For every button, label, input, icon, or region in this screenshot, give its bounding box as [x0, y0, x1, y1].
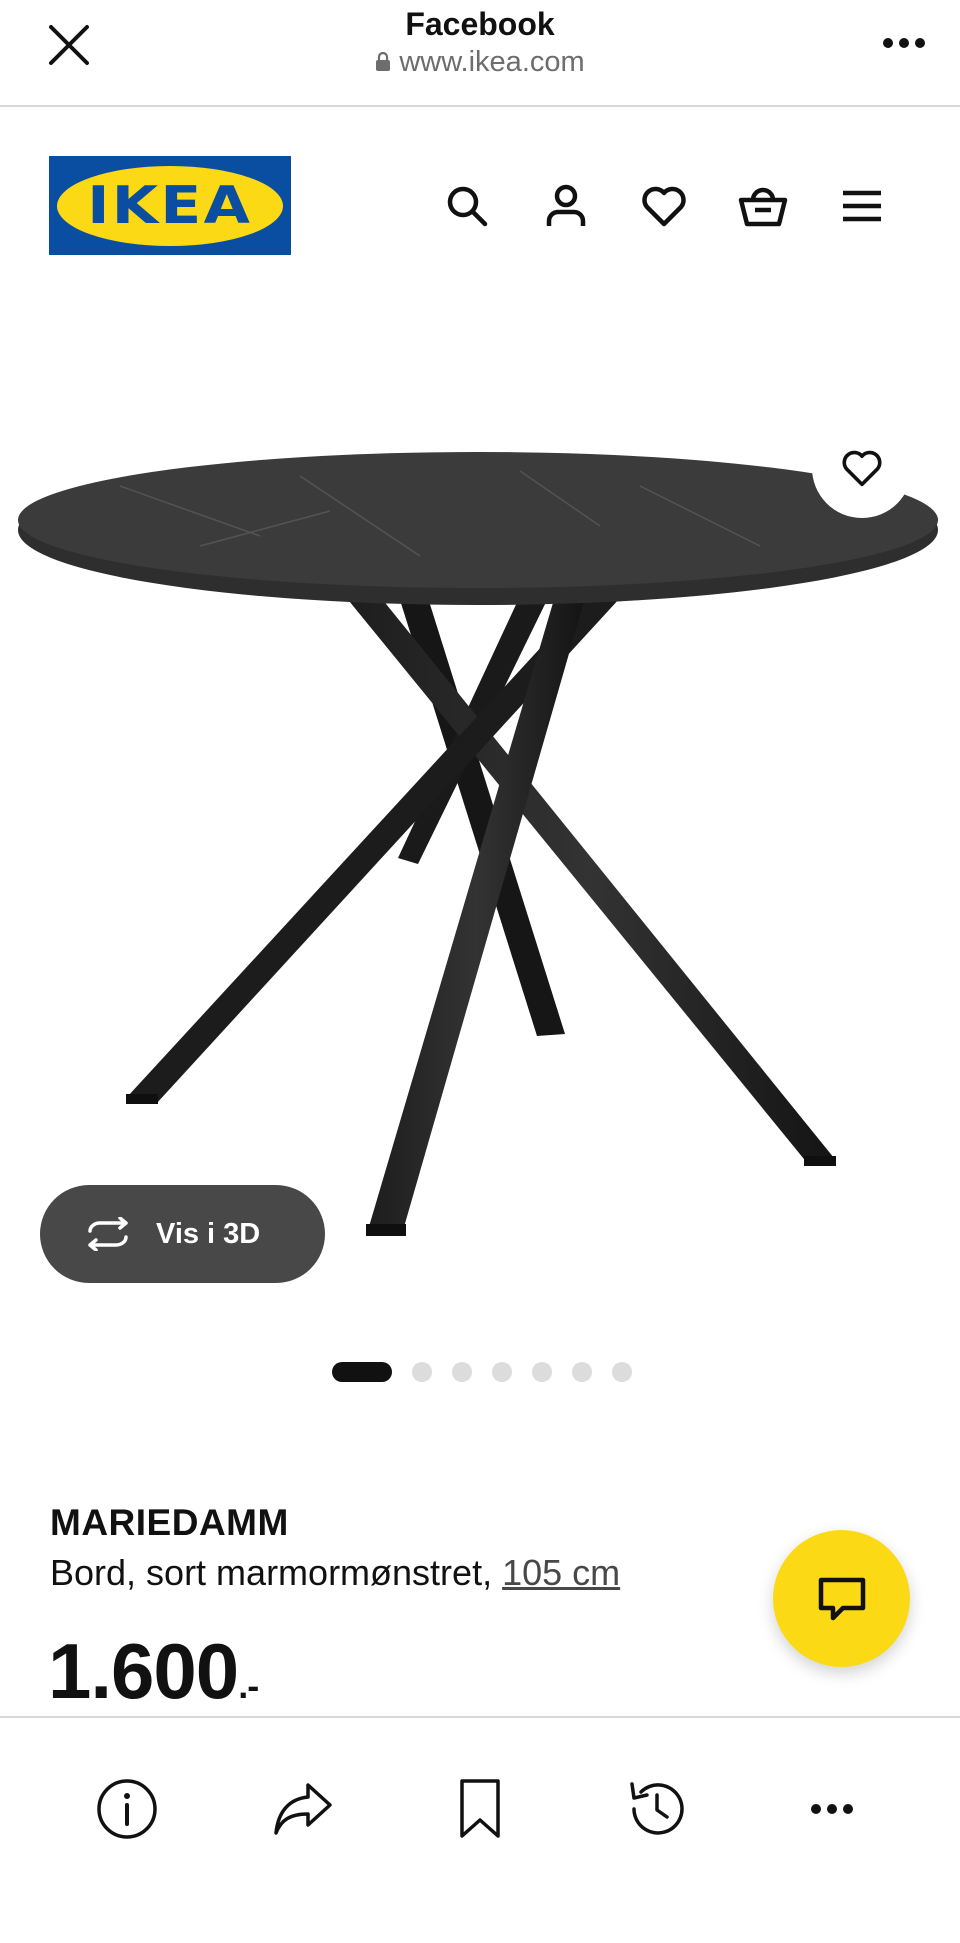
carousel-dots[interactable]	[332, 1362, 632, 1382]
product-name: MARIEDAMM	[50, 1502, 289, 1543]
carousel-dot[interactable]	[612, 1362, 632, 1382]
view-in-3d-label: Vis i 3D	[156, 1217, 261, 1250]
share-icon	[274, 1783, 332, 1835]
heart-icon	[642, 186, 686, 227]
view-in-3d-button[interactable]: Vis i 3D	[40, 1185, 325, 1283]
carousel-dot[interactable]	[412, 1362, 432, 1382]
chat-button[interactable]	[773, 1530, 910, 1667]
bookmark-button[interactable]	[445, 1774, 515, 1844]
account-icon	[546, 184, 586, 226]
price-value: 1.600	[48, 1627, 239, 1715]
share-button[interactable]	[268, 1774, 338, 1844]
carousel-dot[interactable]	[452, 1362, 472, 1382]
menu-icon	[843, 190, 881, 222]
product-price: 1.600.-	[48, 1632, 259, 1710]
info-button[interactable]	[92, 1774, 162, 1844]
carousel-dot[interactable]	[532, 1362, 552, 1382]
product-description: Bord, sort marmormønstret, 105 cm	[50, 1552, 620, 1594]
history-icon	[630, 1782, 684, 1835]
browser-top-bar: Facebook www.ikea.com	[0, 0, 960, 107]
toolbar-more-button[interactable]	[797, 1774, 867, 1844]
price-suffix: .-	[238, 1665, 259, 1706]
menu-button[interactable]	[832, 176, 892, 236]
browser-url-text: www.ikea.com	[399, 46, 585, 78]
carousel-dot[interactable]	[492, 1362, 512, 1382]
product-description-text: Bord, sort marmormønstret,	[50, 1552, 503, 1593]
chat-icon	[818, 1577, 865, 1620]
rotate-3d-icon	[88, 1217, 128, 1251]
info-icon	[97, 1779, 157, 1839]
more-icon	[883, 38, 925, 48]
search-icon	[447, 186, 488, 227]
site-header: IKEA	[0, 106, 960, 306]
basket-icon	[738, 187, 788, 227]
heart-icon	[842, 450, 882, 487]
browser-title: Facebook	[405, 6, 555, 42]
browser-url[interactable]: www.ikea.com	[375, 44, 585, 80]
basket-button[interactable]	[733, 176, 793, 236]
search-button[interactable]	[437, 176, 497, 236]
carousel-dot[interactable]	[572, 1362, 592, 1382]
browser-bottom-toolbar	[0, 1716, 960, 1943]
account-button[interactable]	[536, 176, 596, 236]
size-link[interactable]: 105 cm	[502, 1552, 620, 1593]
bookmark-icon	[460, 1779, 500, 1838]
browser-more-button[interactable]	[876, 22, 932, 64]
favourites-button[interactable]	[634, 176, 694, 236]
browser-title-block: Facebook www.ikea.com	[0, 4, 960, 80]
add-to-favourites-button[interactable]	[812, 418, 912, 518]
history-button[interactable]	[622, 1774, 692, 1844]
lock-icon	[376, 52, 391, 71]
carousel-dot[interactable]	[332, 1362, 392, 1382]
ikea-logo[interactable]: IKEA	[49, 156, 291, 255]
logo-text: IKEA	[87, 175, 253, 236]
more-icon	[811, 1804, 853, 1814]
logo-ellipse: IKEA	[57, 165, 283, 246]
